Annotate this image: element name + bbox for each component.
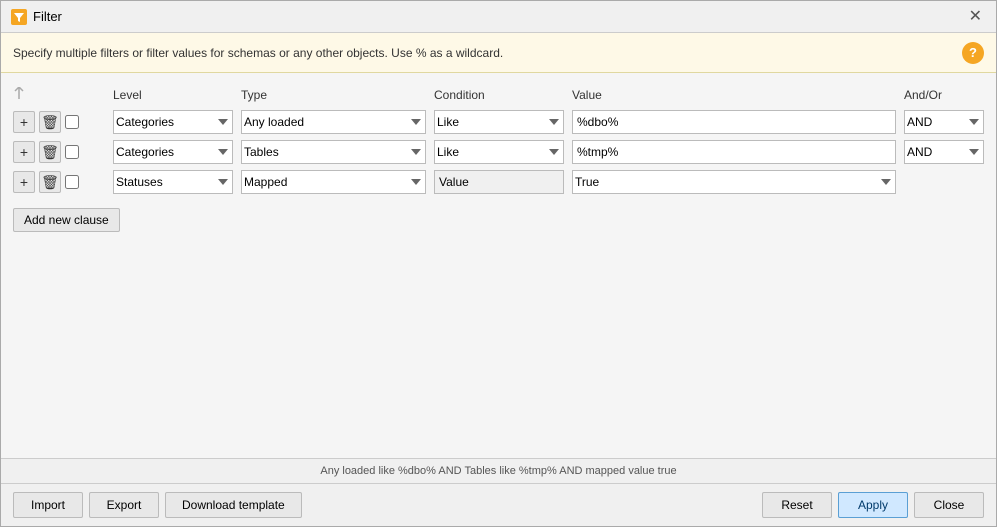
row-3-actions: + 🗑: [13, 171, 113, 193]
sort-icon: [13, 87, 25, 99]
export-button[interactable]: Export: [89, 492, 159, 518]
row-1-value-input[interactable]: [572, 110, 896, 134]
row-2-value-container: [572, 140, 896, 164]
condition-col-header: Condition: [434, 88, 564, 102]
dialog-title: Filter: [33, 9, 62, 24]
filter-row: + 🗑 Categories Statuses Any loaded Table…: [13, 110, 984, 134]
filter-content: Level Type Condition Value And/Or + 🗑 Ca…: [1, 73, 996, 458]
row-1-type-select[interactable]: Any loaded Tables Mapped: [241, 110, 426, 134]
status-text: Any loaded like %dbo% AND Tables like %t…: [320, 465, 676, 477]
filter-row: + 🗑 Statuses Categories Mapped Any loade…: [13, 170, 984, 194]
apply-button[interactable]: Apply: [838, 492, 908, 518]
type-col-header: Type: [241, 88, 426, 102]
row-2-checkbox[interactable]: [65, 145, 79, 159]
row-1-condition-select[interactable]: Like Value: [434, 110, 564, 134]
row-1-delete-button[interactable]: 🗑: [39, 111, 61, 133]
help-icon[interactable]: ?: [962, 42, 984, 64]
row-2-value-input[interactable]: [572, 140, 896, 164]
row-3-condition-label: Value: [434, 170, 564, 194]
row-1-add-button[interactable]: +: [13, 111, 35, 133]
row-2-actions: + 🗑: [13, 141, 113, 163]
value-col-header: Value: [572, 88, 896, 102]
info-bar: Specify multiple filters or filter value…: [1, 33, 996, 73]
row-2-andor-select[interactable]: AND OR: [904, 140, 984, 164]
andor-col-header: And/Or: [904, 88, 984, 102]
row-2-level-select[interactable]: Categories Statuses: [113, 140, 233, 164]
title-bar-left: Filter: [11, 9, 62, 25]
row-3-type-select[interactable]: Mapped Any loaded Tables: [241, 170, 426, 194]
title-bar: Filter ✕: [1, 1, 996, 33]
download-template-button[interactable]: Download template: [165, 492, 302, 518]
close-title-button[interactable]: ✕: [965, 7, 986, 27]
row-1-value-container: [572, 110, 896, 134]
footer-right: Reset Apply Close: [762, 492, 984, 518]
row-1-andor-select[interactable]: AND OR: [904, 110, 984, 134]
close-footer-button[interactable]: Close: [914, 492, 984, 518]
column-headers: Level Type Condition Value And/Or: [13, 83, 984, 106]
add-new-clause-button[interactable]: Add new clause: [13, 208, 120, 232]
row-1-checkbox[interactable]: [65, 115, 79, 129]
status-bar: Any loaded like %dbo% AND Tables like %t…: [1, 458, 996, 483]
row-2-condition-select[interactable]: Like Value: [434, 140, 564, 164]
row-2-delete-button[interactable]: 🗑: [39, 141, 61, 163]
import-button[interactable]: Import: [13, 492, 83, 518]
row-3-add-button[interactable]: +: [13, 171, 35, 193]
reset-button[interactable]: Reset: [762, 492, 832, 518]
row-3-value-container: True False: [572, 170, 896, 194]
row-1-level-select[interactable]: Categories Statuses: [113, 110, 233, 134]
row-2-type-select[interactable]: Tables Any loaded Mapped: [241, 140, 426, 164]
filter-row: + 🗑 Categories Statuses Tables Any loade…: [13, 140, 984, 164]
level-col-header: Level: [113, 88, 233, 102]
row-3-checkbox[interactable]: [65, 175, 79, 189]
row-3-level-select[interactable]: Statuses Categories: [113, 170, 233, 194]
footer-left: Import Export Download template: [13, 492, 302, 518]
row-3-delete-button[interactable]: 🗑: [39, 171, 61, 193]
footer: Import Export Download template Reset Ap…: [1, 483, 996, 526]
filter-dialog: Filter ✕ Specify multiple filters or fil…: [0, 0, 997, 527]
info-text: Specify multiple filters or filter value…: [13, 46, 503, 60]
row-1-actions: + 🗑: [13, 111, 113, 133]
row-2-add-button[interactable]: +: [13, 141, 35, 163]
row-3-value-select[interactable]: True False: [572, 170, 896, 194]
actions-col-header: [13, 87, 113, 102]
filter-title-icon: [11, 9, 27, 25]
